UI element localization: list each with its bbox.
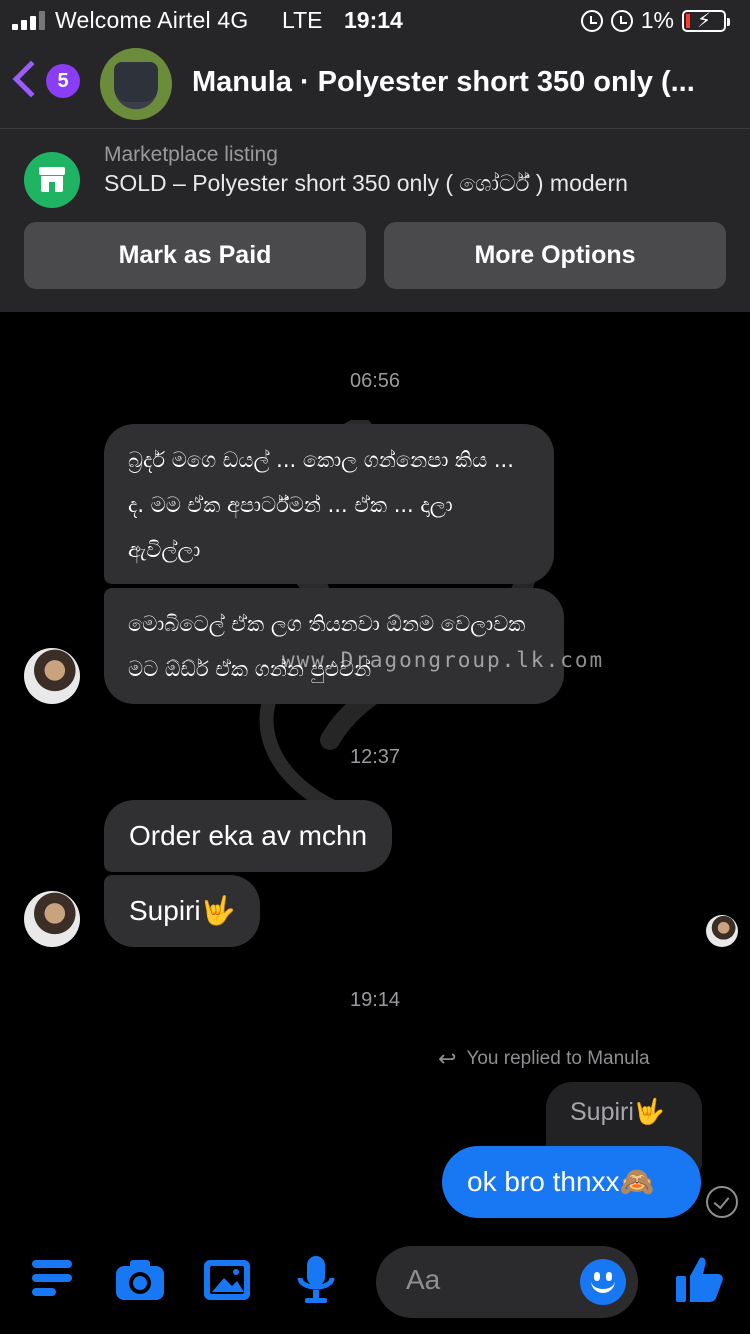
received-message[interactable]: බ්‍රදර් මගෙ ඩයල් ... කොල ගන්නෙපා කිය ...… <box>104 424 554 584</box>
header-divider <box>0 128 750 129</box>
battery-icon: ⚡ <box>682 9 730 32</box>
message-input-placeholder: Aa <box>406 1264 441 1295</box>
marketplace-store-icon <box>24 152 80 208</box>
battery-percent: 1% <box>640 7 674 33</box>
seen-check-icon <box>706 1186 738 1218</box>
network-type: LTE <box>282 7 323 33</box>
unread-count-badge: 5 <box>46 64 80 98</box>
timestamp: 06:56 <box>349 370 401 392</box>
composer-bar: Aa <box>0 1238 750 1334</box>
menu-icon[interactable] <box>30 1254 82 1306</box>
more-options-button[interactable]: More Options <box>384 222 726 289</box>
carrier-name: Welcome Airtel 4G <box>55 7 249 33</box>
watermark-text: www.Dragongroup.lk.com <box>282 648 605 672</box>
back-chevron-icon <box>12 60 50 98</box>
like-icon[interactable] <box>674 1254 726 1306</box>
mark-as-paid-button[interactable]: Mark as Paid <box>24 222 366 289</box>
message-input[interactable]: Aa <box>376 1246 638 1318</box>
reply-arrow-icon: ↩ <box>438 1046 457 1071</box>
listing-title[interactable]: SOLD – Polyester short 350 only ( ශෝර්ට්… <box>104 170 628 197</box>
image-icon[interactable] <box>202 1254 254 1306</box>
timestamp: 12:37 <box>349 746 401 768</box>
signal-icon <box>12 10 45 30</box>
listing-thumbnail[interactable] <box>100 48 172 120</box>
avatar[interactable] <box>24 648 80 704</box>
reply-note-text: You replied to Manula <box>466 1048 650 1069</box>
received-message[interactable]: Supiri🤟 <box>104 875 261 947</box>
camera-icon[interactable] <box>114 1254 166 1306</box>
conversation-title[interactable]: Manula · Polyester short 350 only (... <box>192 66 740 99</box>
emoji-icon[interactable] <box>580 1259 626 1305</box>
received-message[interactable]: මොබිටෙල් ඒක ලග තියනවා ඕනම වෙලාවක මට ඕඩ්ර… <box>104 588 564 704</box>
received-message[interactable]: Order eka av mchn <box>104 800 393 872</box>
status-bar: Welcome Airtel 4G LTE 19:14 1% ⚡ <box>0 0 750 42</box>
alarm-icon <box>610 9 633 32</box>
back-button[interactable]: 5 <box>12 60 84 110</box>
marketplace-label: Marketplace listing <box>104 143 278 166</box>
rotation-lock-icon <box>580 9 603 32</box>
read-receipt-avatar <box>706 915 738 947</box>
timestamp: 19:14 <box>349 989 401 1011</box>
avatar[interactable] <box>24 891 80 947</box>
reply-note: ↩ You replied to Manula <box>438 1046 650 1072</box>
sent-message[interactable]: ok bro thnxx🙈 <box>442 1146 701 1218</box>
conversation-nav: 5 Manula · Polyester short 350 only (... <box>0 42 750 128</box>
microphone-icon[interactable] <box>290 1254 342 1306</box>
status-time: 19:14 <box>344 7 403 33</box>
thread-header-region: Welcome Airtel 4G LTE 19:14 1% ⚡ 5 Manul… <box>0 0 750 312</box>
